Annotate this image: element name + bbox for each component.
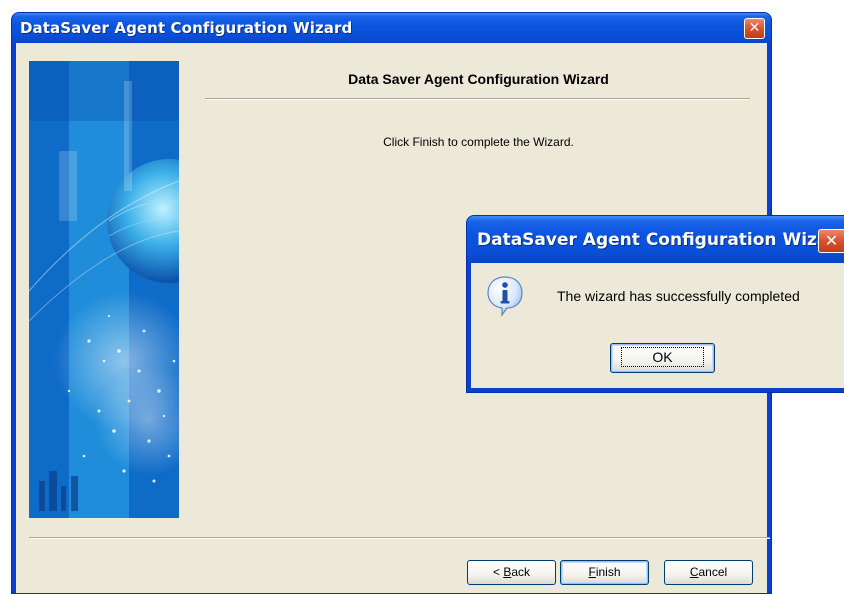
- wizard-close-button[interactable]: ✕: [744, 18, 765, 39]
- completion-dialog: DataSaver Agent Configuration Wizard ✕ T…: [466, 215, 844, 393]
- finish-button-accesskey: F: [588, 565, 596, 579]
- ok-button-label: OK: [621, 347, 704, 367]
- back-button[interactable]: < Back: [467, 560, 556, 585]
- wizard-banner-image: [29, 61, 179, 518]
- wizard-window-title: DataSaver Agent Configuration Wizard: [20, 19, 353, 37]
- cancel-button-rest: ancel: [698, 565, 728, 579]
- dialog-title-bar[interactable]: DataSaver Agent Configuration Wizard ✕: [467, 216, 844, 263]
- button-bar-divider: [29, 537, 770, 539]
- cancel-button[interactable]: Cancel: [664, 560, 753, 585]
- ok-button[interactable]: OK: [610, 343, 715, 373]
- back-button-rest: ack: [511, 565, 531, 579]
- wizard-instruction: Click Finish to complete the Wizard.: [383, 135, 574, 149]
- back-button-prefix: <: [492, 565, 504, 579]
- finish-button-rest: inish: [595, 565, 621, 579]
- info-icon: [487, 276, 523, 317]
- wizard-title-bar[interactable]: DataSaver Agent Configuration Wizard ✕: [12, 13, 771, 43]
- close-icon: ✕: [748, 20, 761, 36]
- dialog-message: The wizard has successfully completed: [557, 288, 800, 304]
- close-icon: ✕: [824, 231, 839, 250]
- dialog-client-area: The wizard has successfully completed OK: [471, 263, 844, 388]
- finish-button[interactable]: Finish: [560, 560, 649, 585]
- heading-divider: [205, 98, 750, 100]
- dialog-close-button[interactable]: ✕: [818, 229, 844, 253]
- dialog-title: DataSaver Agent Configuration Wizard: [477, 230, 844, 250]
- wizard-heading: Data Saver Agent Configuration Wizard: [348, 71, 609, 87]
